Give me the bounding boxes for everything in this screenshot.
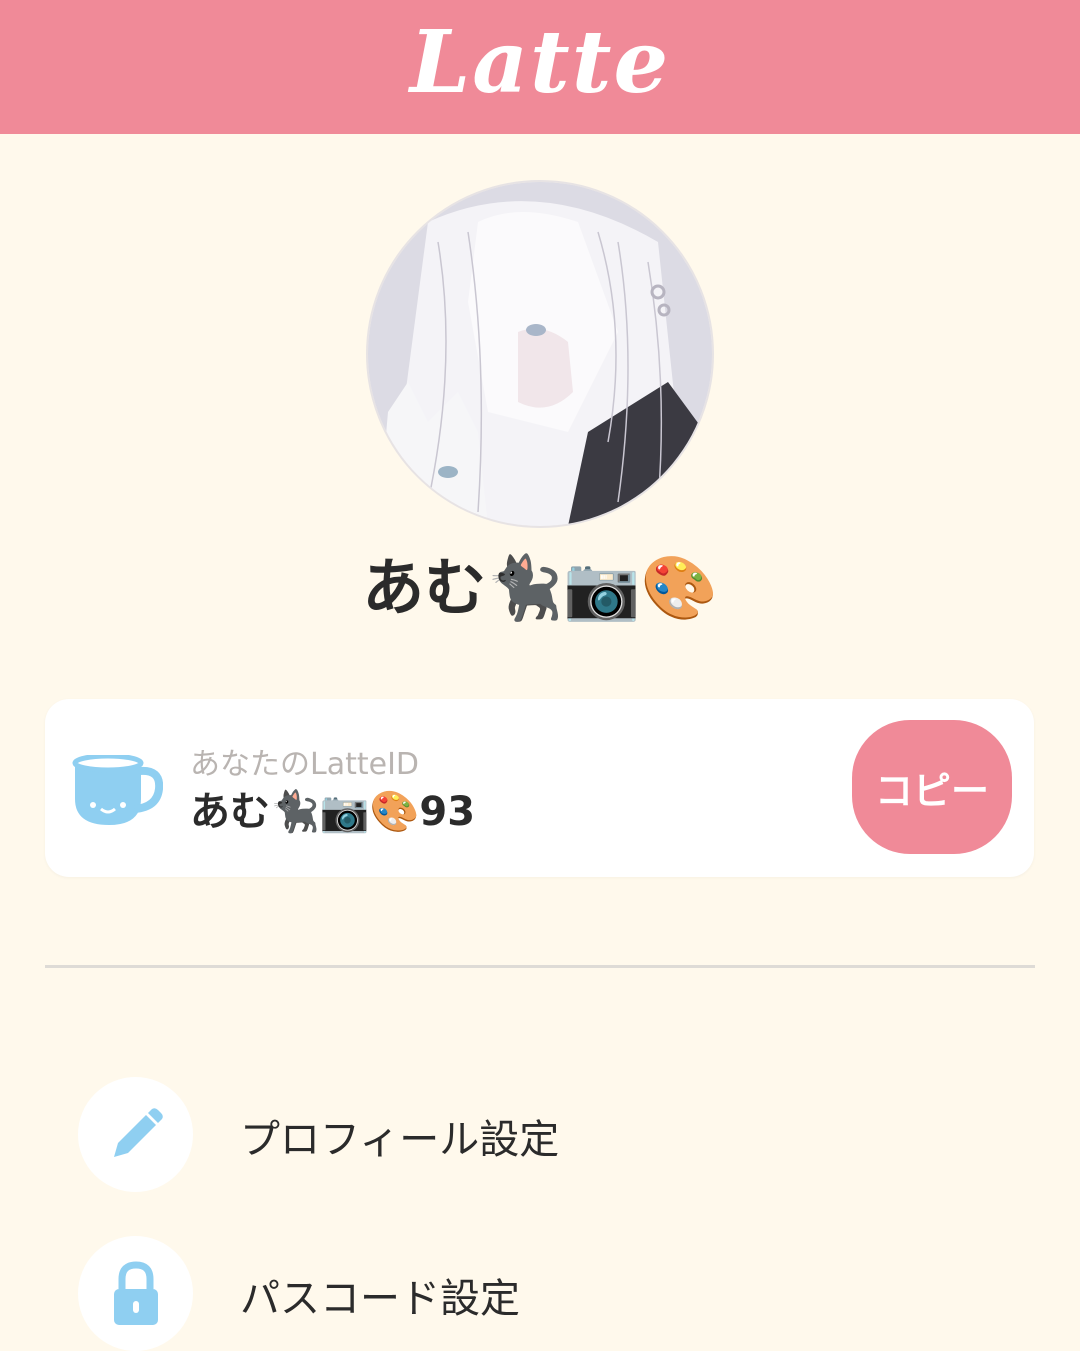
menu-item-label: プロフィール設定 — [240, 1117, 560, 1163]
menu-item-profile-settings[interactable]: プロフィール設定 — [78, 1077, 998, 1192]
app-logo: Latte — [409, 12, 671, 113]
app-header: Latte — [0, 0, 1080, 134]
menu-icon-container — [78, 1077, 193, 1192]
section-divider — [45, 965, 1035, 968]
lock-icon — [113, 1260, 158, 1325]
menu-item-passcode-settings[interactable]: パスコード設定 — [78, 1236, 998, 1351]
cup-icon — [72, 755, 163, 825]
profile-avatar[interactable] — [366, 180, 714, 528]
menu-icon-container — [78, 1236, 193, 1351]
menu-item-label: パスコード設定 — [240, 1276, 520, 1322]
copy-button[interactable]: コピー — [852, 720, 1012, 854]
profile-display-name: あむ🐈‍⬛📷🎨 — [362, 551, 718, 624]
latte-id-value: あむ🐈‍⬛📷🎨93 — [190, 789, 476, 835]
latte-id-label: あなたのLatteID — [190, 747, 420, 782]
latte-id-card: あなたのLatteID あむ🐈‍⬛📷🎨93 コピー — [45, 699, 1034, 877]
pencil-icon — [113, 1107, 163, 1157]
